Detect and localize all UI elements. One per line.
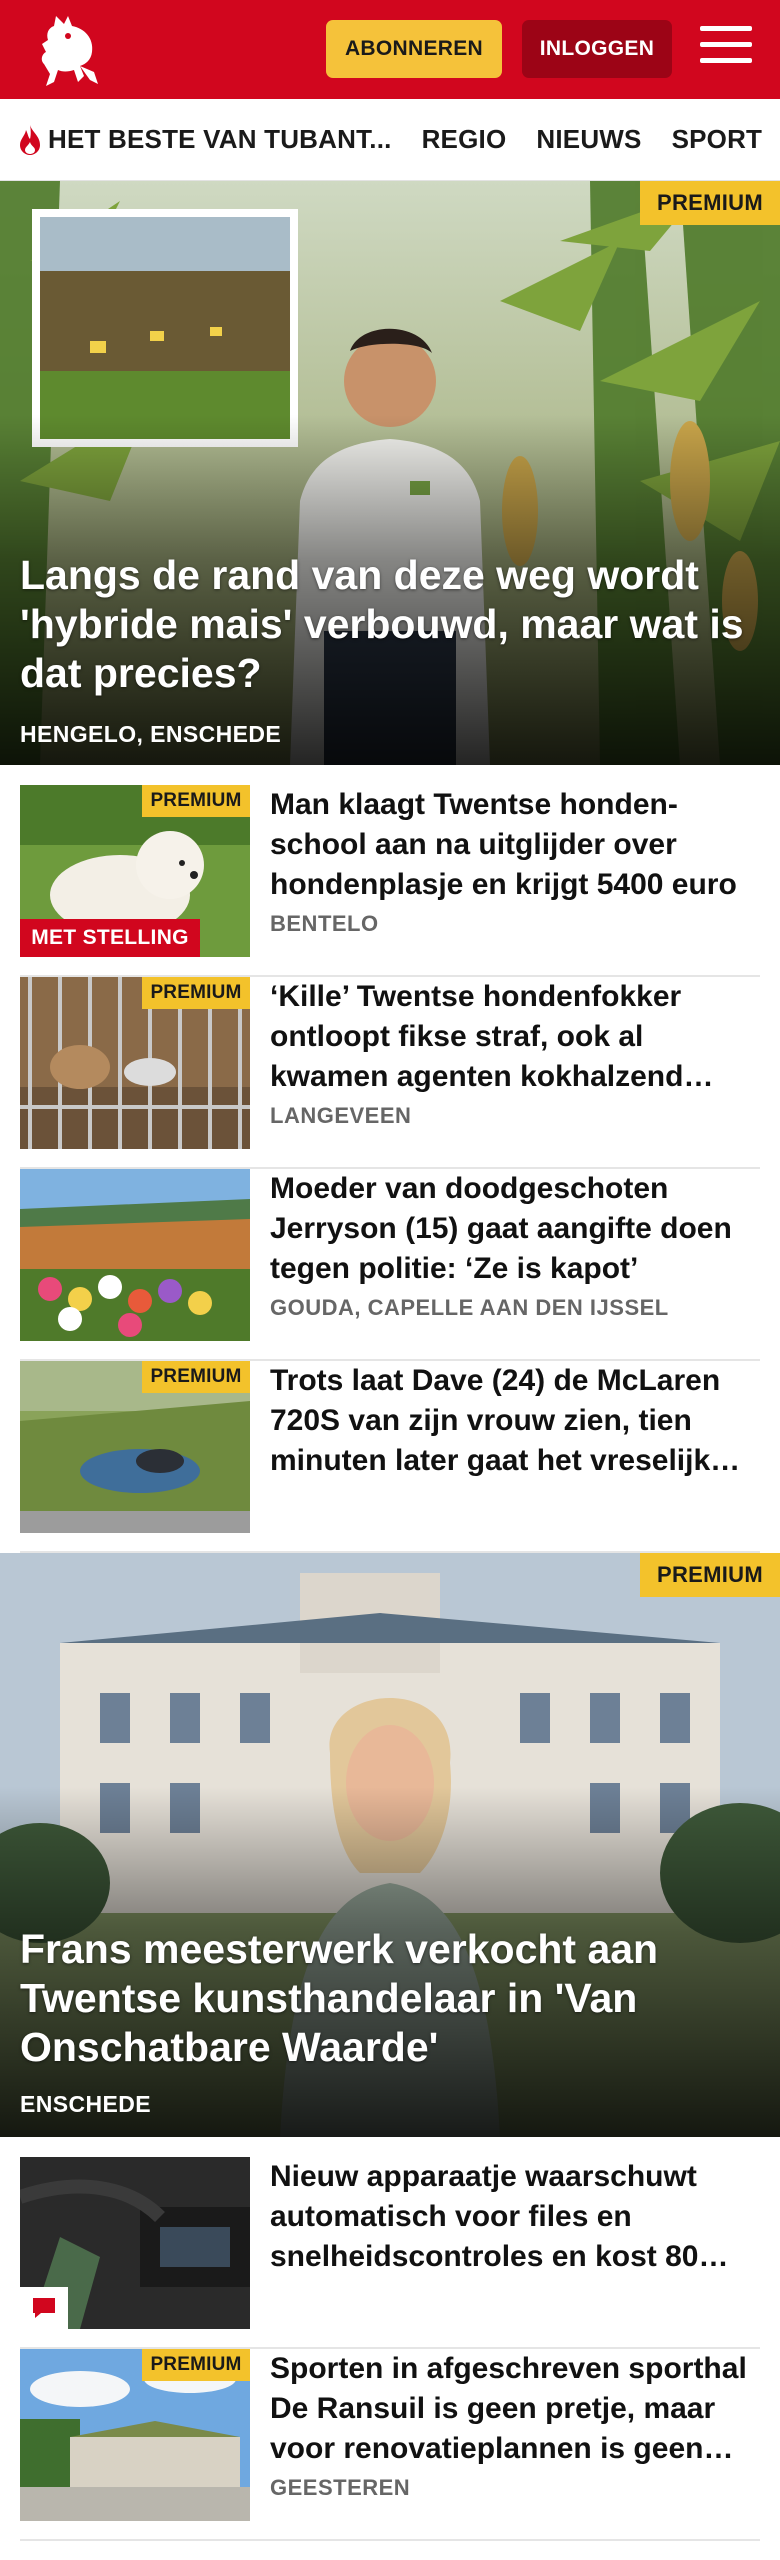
article-title: ‘Kille’ Twentse hondenfokker ontloopt fi… bbox=[270, 980, 684, 1093]
comment-icon bbox=[33, 2298, 55, 2318]
article-thumbnail-dashboard bbox=[20, 2157, 250, 2329]
article-thumbnail-sporthall: PREMIUM bbox=[20, 2349, 250, 2521]
article-item[interactable]: PREMIUM ‘Kille’ Twentse hondenfokker ont… bbox=[20, 977, 760, 1169]
premium-badge: PREMIUM bbox=[640, 181, 780, 225]
article-item[interactable]: PREMIUM Trots laat Dave (24) de McLaren … bbox=[20, 1361, 760, 1553]
premium-badge: PREMIUM bbox=[142, 785, 250, 817]
article-title: Trots laat Dave (24) de McLaren 720S van… bbox=[270, 1364, 721, 1477]
hero-title: Langs de rand van deze weg wordt 'hybrid… bbox=[20, 552, 744, 696]
flame-icon bbox=[20, 124, 40, 155]
article-location: BENTELO bbox=[270, 911, 379, 936]
login-button[interactable]: INLOGGEN bbox=[522, 20, 672, 78]
nav-item-regio[interactable]: REGIO bbox=[422, 124, 507, 155]
article-thumbnail-crashed-car: PREMIUM bbox=[20, 1361, 250, 1533]
hero-location: HENGELO, ENSCHEDE bbox=[20, 721, 282, 747]
article-title: Sporten in afgeschreven sporthal De Rans… bbox=[270, 2352, 747, 2465]
article-location: GOUDA, CAPELLE AAN DEN IJSSEL bbox=[270, 1295, 669, 1320]
premium-badge: PREMIUM bbox=[640, 1553, 780, 1597]
article-item[interactable]: PREMIUM MET STELLING Man klaagt Twentse … bbox=[20, 785, 760, 977]
hero-article-painting[interactable]: PREMIUM Frans meesterwerk verkocht aan T… bbox=[0, 1553, 780, 2137]
premium-badge: PREMIUM bbox=[142, 977, 250, 1009]
article-location: LANGEVEEN bbox=[270, 1103, 412, 1128]
article-location: GEESTEREN bbox=[270, 2475, 411, 2500]
article-title: Man klaagt Twentse honden­school aan na … bbox=[270, 788, 737, 901]
nav-item-label: HET BESTE VAN TUBANT... bbox=[48, 124, 392, 154]
article-title: Nieuw apparaatje waarschuwt automatisch … bbox=[270, 2160, 699, 2273]
article-item[interactable]: PREMIUM Sporten in afgeschreven sporthal… bbox=[20, 2349, 760, 2541]
article-thumbnail-puppy: PREMIUM MET STELLING bbox=[20, 785, 250, 957]
comment-badge bbox=[20, 2287, 68, 2329]
article-thumbnail-flowers bbox=[20, 1169, 250, 1341]
nav-item-nieuws[interactable]: NIEUWS bbox=[536, 124, 641, 155]
premium-badge: PREMIUM bbox=[142, 2349, 250, 2381]
hero-title: Frans meesterwerk verkocht aan Twentse k… bbox=[20, 1926, 659, 2070]
nav-item-sport[interactable]: SPORT bbox=[672, 124, 763, 155]
hero-location: ENSCHEDE bbox=[20, 2091, 152, 2117]
section-nav: HET BESTE VAN TUBANT... REGIO NIEUWS SPO… bbox=[0, 99, 780, 181]
poll-badge: MET STELLING bbox=[20, 919, 200, 957]
top-bar: ABONNEREN INLOGGEN bbox=[0, 0, 780, 99]
article-item[interactable]: Nieuw apparaatje waarschuwt automatisch … bbox=[20, 2157, 760, 2349]
article-item[interactable]: Moeder van doodgeschoten Jerryson (15) g… bbox=[20, 1169, 760, 1361]
subscribe-button[interactable]: ABONNEREN bbox=[326, 20, 502, 78]
article-thumbnail-kennel: PREMIUM bbox=[20, 977, 250, 1149]
hero-article-mais[interactable]: PREMIUM Langs de rand van deze weg wordt… bbox=[0, 181, 780, 765]
hamburger-menu-icon[interactable] bbox=[700, 26, 752, 72]
premium-badge: PREMIUM bbox=[142, 1361, 250, 1393]
nav-item-best-of[interactable]: HET BESTE VAN TUBANT... bbox=[16, 124, 392, 156]
tubantia-horse-logo-icon[interactable] bbox=[34, 10, 106, 90]
article-title: Moeder van doodgeschoten Jerryson (15) g… bbox=[270, 1172, 732, 1285]
